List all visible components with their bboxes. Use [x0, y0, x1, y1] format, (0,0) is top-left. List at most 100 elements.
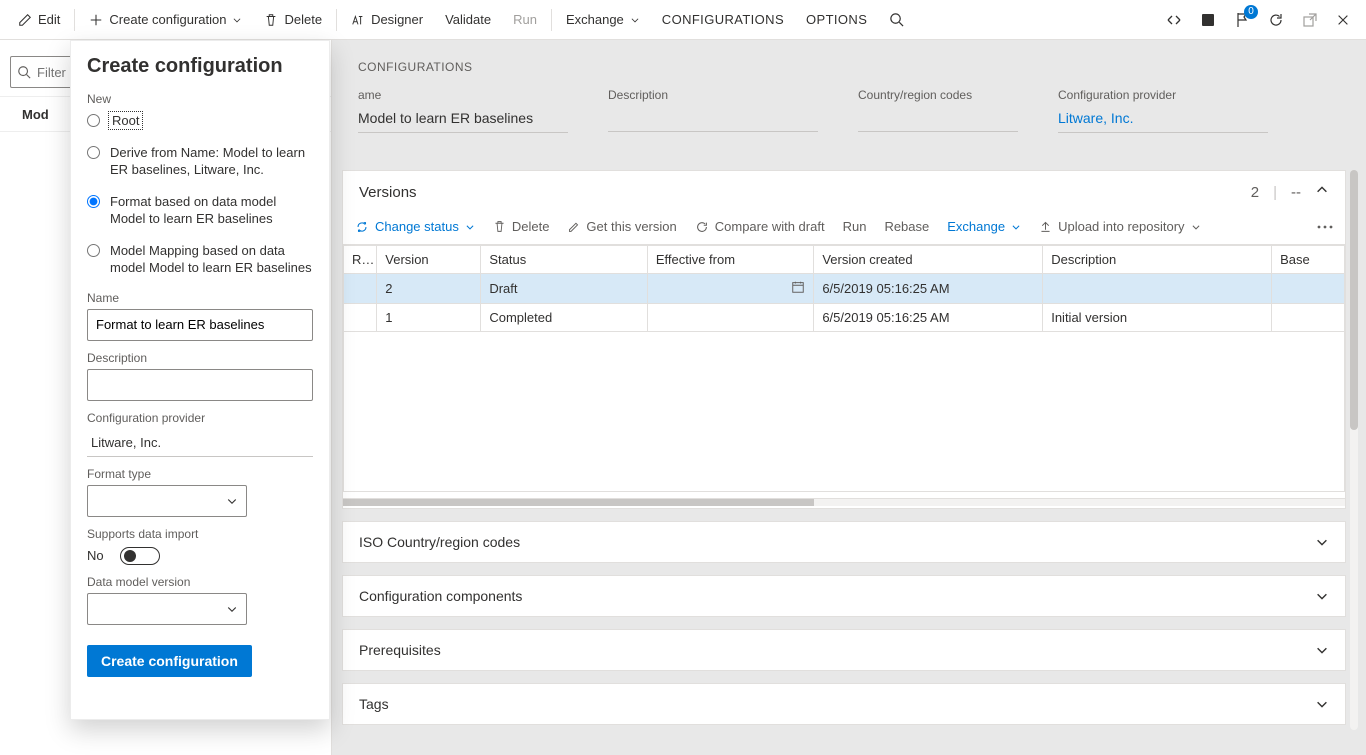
options-tab[interactable]: OPTIONS [796, 0, 877, 39]
versions-delete-button[interactable]: Delete [493, 219, 550, 234]
get-version-button[interactable]: Get this version [567, 219, 676, 234]
accordion-header[interactable]: ISO Country/region codes [343, 522, 1345, 562]
refresh-icon [1268, 12, 1284, 28]
toolbar-separator [74, 9, 75, 31]
pencil-icon [18, 13, 32, 27]
breadcrumb: CONFIGURATIONS [358, 60, 1340, 74]
toolbar-separator [551, 9, 552, 31]
tree-root-label: Mod [22, 107, 49, 122]
create-configuration-button[interactable]: Create configuration [79, 0, 252, 39]
radio-derive[interactable]: Derive from Name: Model to learn ER base… [87, 144, 313, 179]
chevron-down-icon [1315, 697, 1329, 711]
table-cell[interactable] [647, 304, 813, 332]
create-configuration-flyout: Create configuration New Root Derive fro… [70, 40, 330, 720]
accordion-header[interactable]: Configuration components [343, 576, 1345, 616]
supports-import-toggle[interactable] [120, 547, 160, 565]
popout-button[interactable] [1302, 12, 1318, 28]
table-cell[interactable] [344, 274, 377, 304]
table-cell[interactable]: Draft [481, 274, 647, 304]
versions-more-button[interactable] [1317, 225, 1333, 229]
flyout-title: Create configuration [87, 55, 313, 78]
chevron-down-icon [232, 15, 242, 25]
table-cell[interactable]: Initial version [1043, 304, 1272, 332]
flyout-new-section: New [87, 92, 313, 106]
accordion-header[interactable]: Prerequisites [343, 630, 1345, 670]
notifications-button[interactable]: 0 [1234, 11, 1250, 29]
name-field[interactable] [87, 309, 313, 341]
table-cell[interactable]: Completed [481, 304, 647, 332]
rebase-button[interactable]: Rebase [884, 219, 929, 234]
search-button[interactable] [879, 0, 914, 39]
toolbar-right-icons: 0 [1166, 11, 1358, 29]
table-cell[interactable]: 2 [377, 274, 481, 304]
accordion-card: Prerequisites [342, 629, 1346, 671]
accordion-title: Prerequisites [359, 642, 441, 658]
accordion-title: ISO Country/region codes [359, 534, 520, 550]
versions-exchange-menu[interactable]: Exchange [947, 219, 1021, 234]
name-field-label: Name [87, 291, 313, 305]
grid-column-header[interactable]: Version created [814, 246, 1043, 274]
office-icon[interactable] [1200, 12, 1216, 28]
accordion-title: Tags [359, 696, 389, 712]
page-header: CONFIGURATIONS ame Model to learn ER bas… [332, 40, 1366, 147]
table-cell[interactable] [1043, 274, 1272, 304]
refresh-button[interactable] [1268, 12, 1284, 28]
app-toolbar: Edit Create configuration Delete Designe… [0, 0, 1366, 40]
supports-import-label: Supports data import [87, 527, 313, 541]
exchange-menu[interactable]: Exchange [556, 0, 650, 39]
table-cell[interactable]: 6/5/2019 05:16:25 AM [814, 274, 1043, 304]
data-model-version-select[interactable] [87, 593, 247, 625]
description-field[interactable] [87, 369, 313, 401]
delete-button[interactable]: Delete [254, 0, 332, 39]
close-button[interactable] [1336, 13, 1350, 27]
configurations-tab[interactable]: CONFIGURATIONS [652, 0, 794, 39]
radio-derive-label: Derive from Name: Model to learn ER base… [110, 144, 313, 179]
table-cell[interactable]: 1 [377, 304, 481, 332]
calendar-icon[interactable] [791, 280, 805, 297]
versions-collapse-button[interactable] [1315, 183, 1329, 201]
accordion-header[interactable]: Tags [343, 684, 1345, 724]
connector-icon[interactable] [1166, 12, 1182, 28]
header-provider-value[interactable]: Litware, Inc. [1058, 110, 1268, 133]
radio-root[interactable]: Root [87, 112, 313, 130]
chevron-down-icon [1315, 589, 1329, 603]
radio-mapping[interactable]: Model Mapping based on data model Model … [87, 242, 313, 277]
compare-draft-button[interactable]: Compare with draft [695, 219, 825, 234]
table-cell[interactable] [344, 304, 377, 332]
chevron-down-icon [630, 15, 640, 25]
table-cell[interactable] [647, 274, 813, 304]
table-cell[interactable] [1272, 304, 1345, 332]
radio-format[interactable]: Format based on data model Model to lear… [87, 193, 313, 228]
trash-icon [264, 13, 278, 27]
delete-label: Delete [284, 12, 322, 27]
grid-column-header[interactable]: Description [1043, 246, 1272, 274]
create-configuration-submit[interactable]: Create configuration [87, 645, 252, 677]
cycle-icon [355, 220, 369, 234]
validate-label: Validate [445, 12, 491, 27]
validate-button[interactable]: Validate [435, 0, 501, 39]
header-country-value [858, 110, 1018, 132]
format-type-select[interactable] [87, 485, 247, 517]
options-label: OPTIONS [806, 12, 867, 27]
versions-dash: -- [1291, 184, 1301, 201]
table-cell[interactable]: 6/5/2019 05:16:25 AM [814, 304, 1043, 332]
popout-icon [1302, 12, 1318, 28]
header-name-value: Model to learn ER baselines [358, 110, 568, 133]
grid-h-scrollbar[interactable] [343, 498, 1345, 506]
grid-column-header[interactable]: Status [481, 246, 647, 274]
table-row[interactable]: 1Completed 6/5/2019 05:16:25 AMInitial ve… [344, 304, 1345, 332]
grid-column-header[interactable]: Effective from [647, 246, 813, 274]
table-row[interactable]: 2Draft 6/5/2019 05:16:25 AM [344, 274, 1345, 304]
grid-column-header[interactable]: Base [1272, 246, 1345, 274]
grid-column-header[interactable]: Version [377, 246, 481, 274]
table-cell[interactable] [1272, 274, 1345, 304]
accordion-card: Configuration components [342, 575, 1346, 617]
edit-label: Edit [38, 12, 60, 27]
upload-repo-button[interactable]: Upload into repository [1039, 219, 1200, 234]
designer-button[interactable]: Designer [341, 0, 433, 39]
change-status-button[interactable]: Change status [355, 219, 475, 234]
edit-button[interactable]: Edit [8, 0, 70, 39]
versions-run-button[interactable]: Run [843, 219, 867, 234]
page-v-scrollbar[interactable] [1350, 170, 1358, 730]
grid-column-header[interactable]: R... [344, 246, 377, 274]
